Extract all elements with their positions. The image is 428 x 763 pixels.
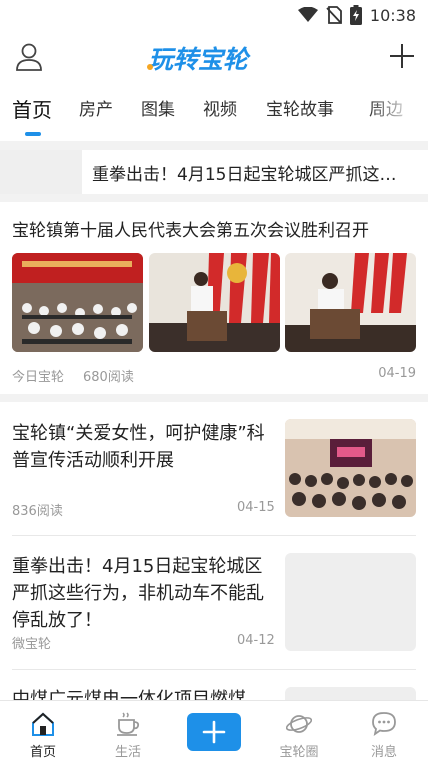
article-reads: 680阅读	[83, 370, 134, 385]
bottom-nav: 首页 生活 宝轮圈 消息	[0, 700, 428, 762]
article-title[interactable]: 宝轮镇第十届人民代表大会第五次会议胜利召开	[12, 216, 416, 241]
article-source: 今日宝轮	[12, 370, 65, 385]
article-reads: 836阅读	[12, 504, 63, 519]
announcement-thumb	[0, 150, 82, 194]
battery-charging-icon	[349, 5, 362, 25]
tab-gallery[interactable]: 图集	[141, 92, 175, 132]
home-icon	[32, 712, 54, 736]
announcement-bar[interactable]: 重拳出击！4月15日起宝轮城区严抓这些行为，非机动车不能乱停乱放了！	[0, 150, 428, 194]
announcement-text: 重拳出击！4月15日起宝轮城区严抓这些行为，非机动车不能乱停乱放了！	[92, 165, 412, 185]
tab-real-estate[interactable]: 房产	[79, 92, 113, 132]
status-bar: 10:38	[0, 0, 428, 30]
nav-messages[interactable]: 消息	[344, 701, 424, 763]
logo-text: 玩转宝轮	[148, 45, 251, 74]
nav-label: 宝轮圈	[279, 745, 319, 760]
app-logo: 玩转宝轮	[147, 45, 251, 74]
article-date: 04-12	[237, 633, 275, 648]
article-image[interactable]	[149, 253, 280, 352]
tab-baolun-stories[interactable]: 宝轮故事	[266, 92, 334, 132]
article-image-placeholder[interactable]	[285, 553, 416, 651]
article-title[interactable]: 宝轮镇“关爱女性，呵护健康”科普宣传活动顺利开展	[12, 420, 274, 474]
add-icon[interactable]	[388, 42, 416, 70]
tab-video[interactable]: 视频	[203, 92, 237, 132]
article-date: 04-15	[237, 500, 275, 515]
article-image[interactable]	[12, 253, 143, 352]
article-date: 04-19	[378, 366, 416, 381]
user-icon[interactable]	[14, 42, 44, 72]
article-source: 微宝轮	[12, 637, 52, 652]
planet-icon	[286, 715, 312, 733]
wifi-icon	[297, 7, 318, 22]
nav-home[interactable]: 首页	[3, 701, 83, 763]
publish-button[interactable]	[187, 713, 241, 751]
row-divider	[12, 669, 416, 670]
nav-label: 首页	[29, 745, 56, 760]
nav-life[interactable]: 生活	[88, 701, 168, 763]
article-image[interactable]	[285, 419, 416, 517]
nav-baolun-circle[interactable]: 宝轮圈	[259, 701, 339, 763]
chat-bubble-icon	[372, 712, 396, 737]
coffee-cup-icon	[117, 712, 140, 736]
section-divider	[0, 394, 428, 402]
plus-icon	[202, 720, 226, 744]
section-divider	[0, 194, 428, 202]
nav-label: 生活	[114, 745, 141, 760]
active-tab-indicator	[25, 132, 41, 136]
nav-label: 消息	[370, 745, 397, 760]
row-divider	[12, 535, 416, 536]
app-header: 玩转宝轮	[0, 30, 428, 86]
tab-nearby[interactable]: 周边	[369, 92, 403, 132]
status-icons: 10:38	[297, 5, 416, 25]
category-tabs: 首页 房产 图集 视频 宝轮故事 周边	[0, 92, 428, 138]
status-time: 10:38	[369, 5, 416, 25]
section-divider	[0, 141, 428, 150]
no-sim-icon	[326, 6, 342, 24]
tab-home[interactable]: 首页	[12, 92, 52, 132]
article-image[interactable]	[285, 253, 416, 352]
article-title[interactable]: 重拳出击！4月15日起宝轮城区严抓这些行为，非机动车不能乱停乱放了！	[12, 553, 274, 634]
